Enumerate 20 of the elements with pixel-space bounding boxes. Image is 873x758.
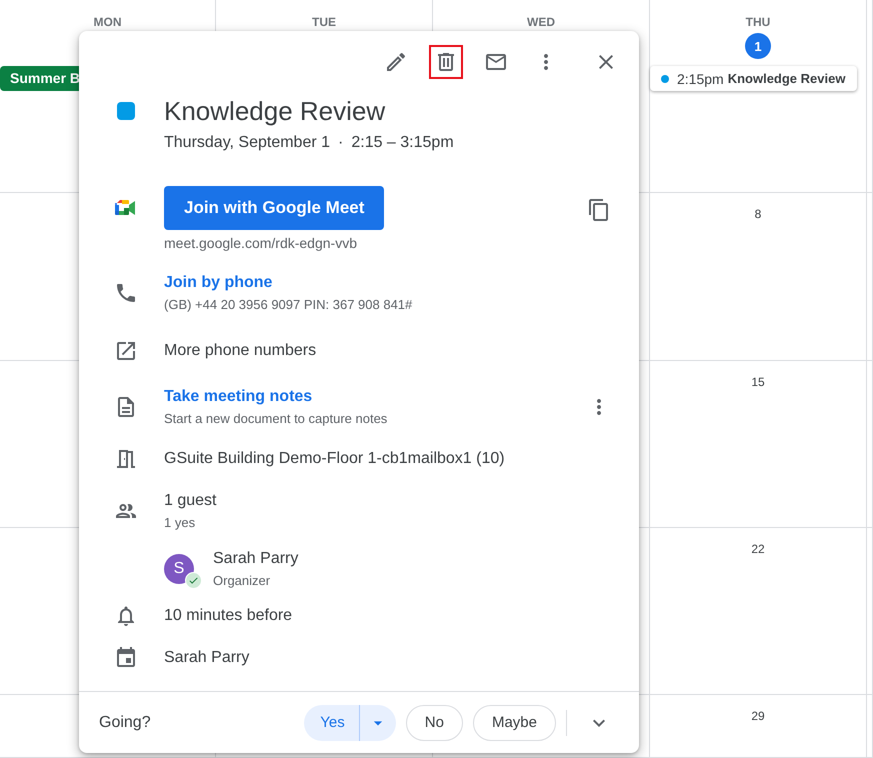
guest-name: Sarah Parry [213, 549, 300, 569]
rsvp-label: Going? [99, 714, 152, 732]
detail-text: GSuite Building Demo-Floor 1-cb1mailbox1 (10) [164, 449, 506, 469]
guest-role: Organizer [213, 572, 272, 590]
weekday-label: WED [527, 14, 555, 30]
detail-text: Sarah Parry [164, 648, 250, 668]
separator-dot: · [338, 133, 344, 153]
detail-text: 10 minutes before [164, 606, 294, 626]
detail-subtext: (GB) +44 20 3956 9097 PIN: 367 908 841# [164, 296, 414, 314]
weekday-label: MON [94, 14, 122, 30]
event-time: 2:15 – 3:15pm [351, 133, 454, 153]
detail-subtext: 1 yes [164, 514, 196, 532]
event-date: Thursday, September 1 [164, 133, 330, 153]
detail-text: 1 guest [164, 491, 218, 511]
weekday-label: TUE [312, 14, 336, 30]
weekday-label: THU [746, 14, 770, 30]
event-title: Knowledge Review [728, 71, 846, 86]
detail-subtext: Start a new document to capture notes [164, 410, 388, 428]
event-title: Knowledge Review [164, 95, 386, 127]
event-time: 2:15pm [677, 70, 724, 86]
